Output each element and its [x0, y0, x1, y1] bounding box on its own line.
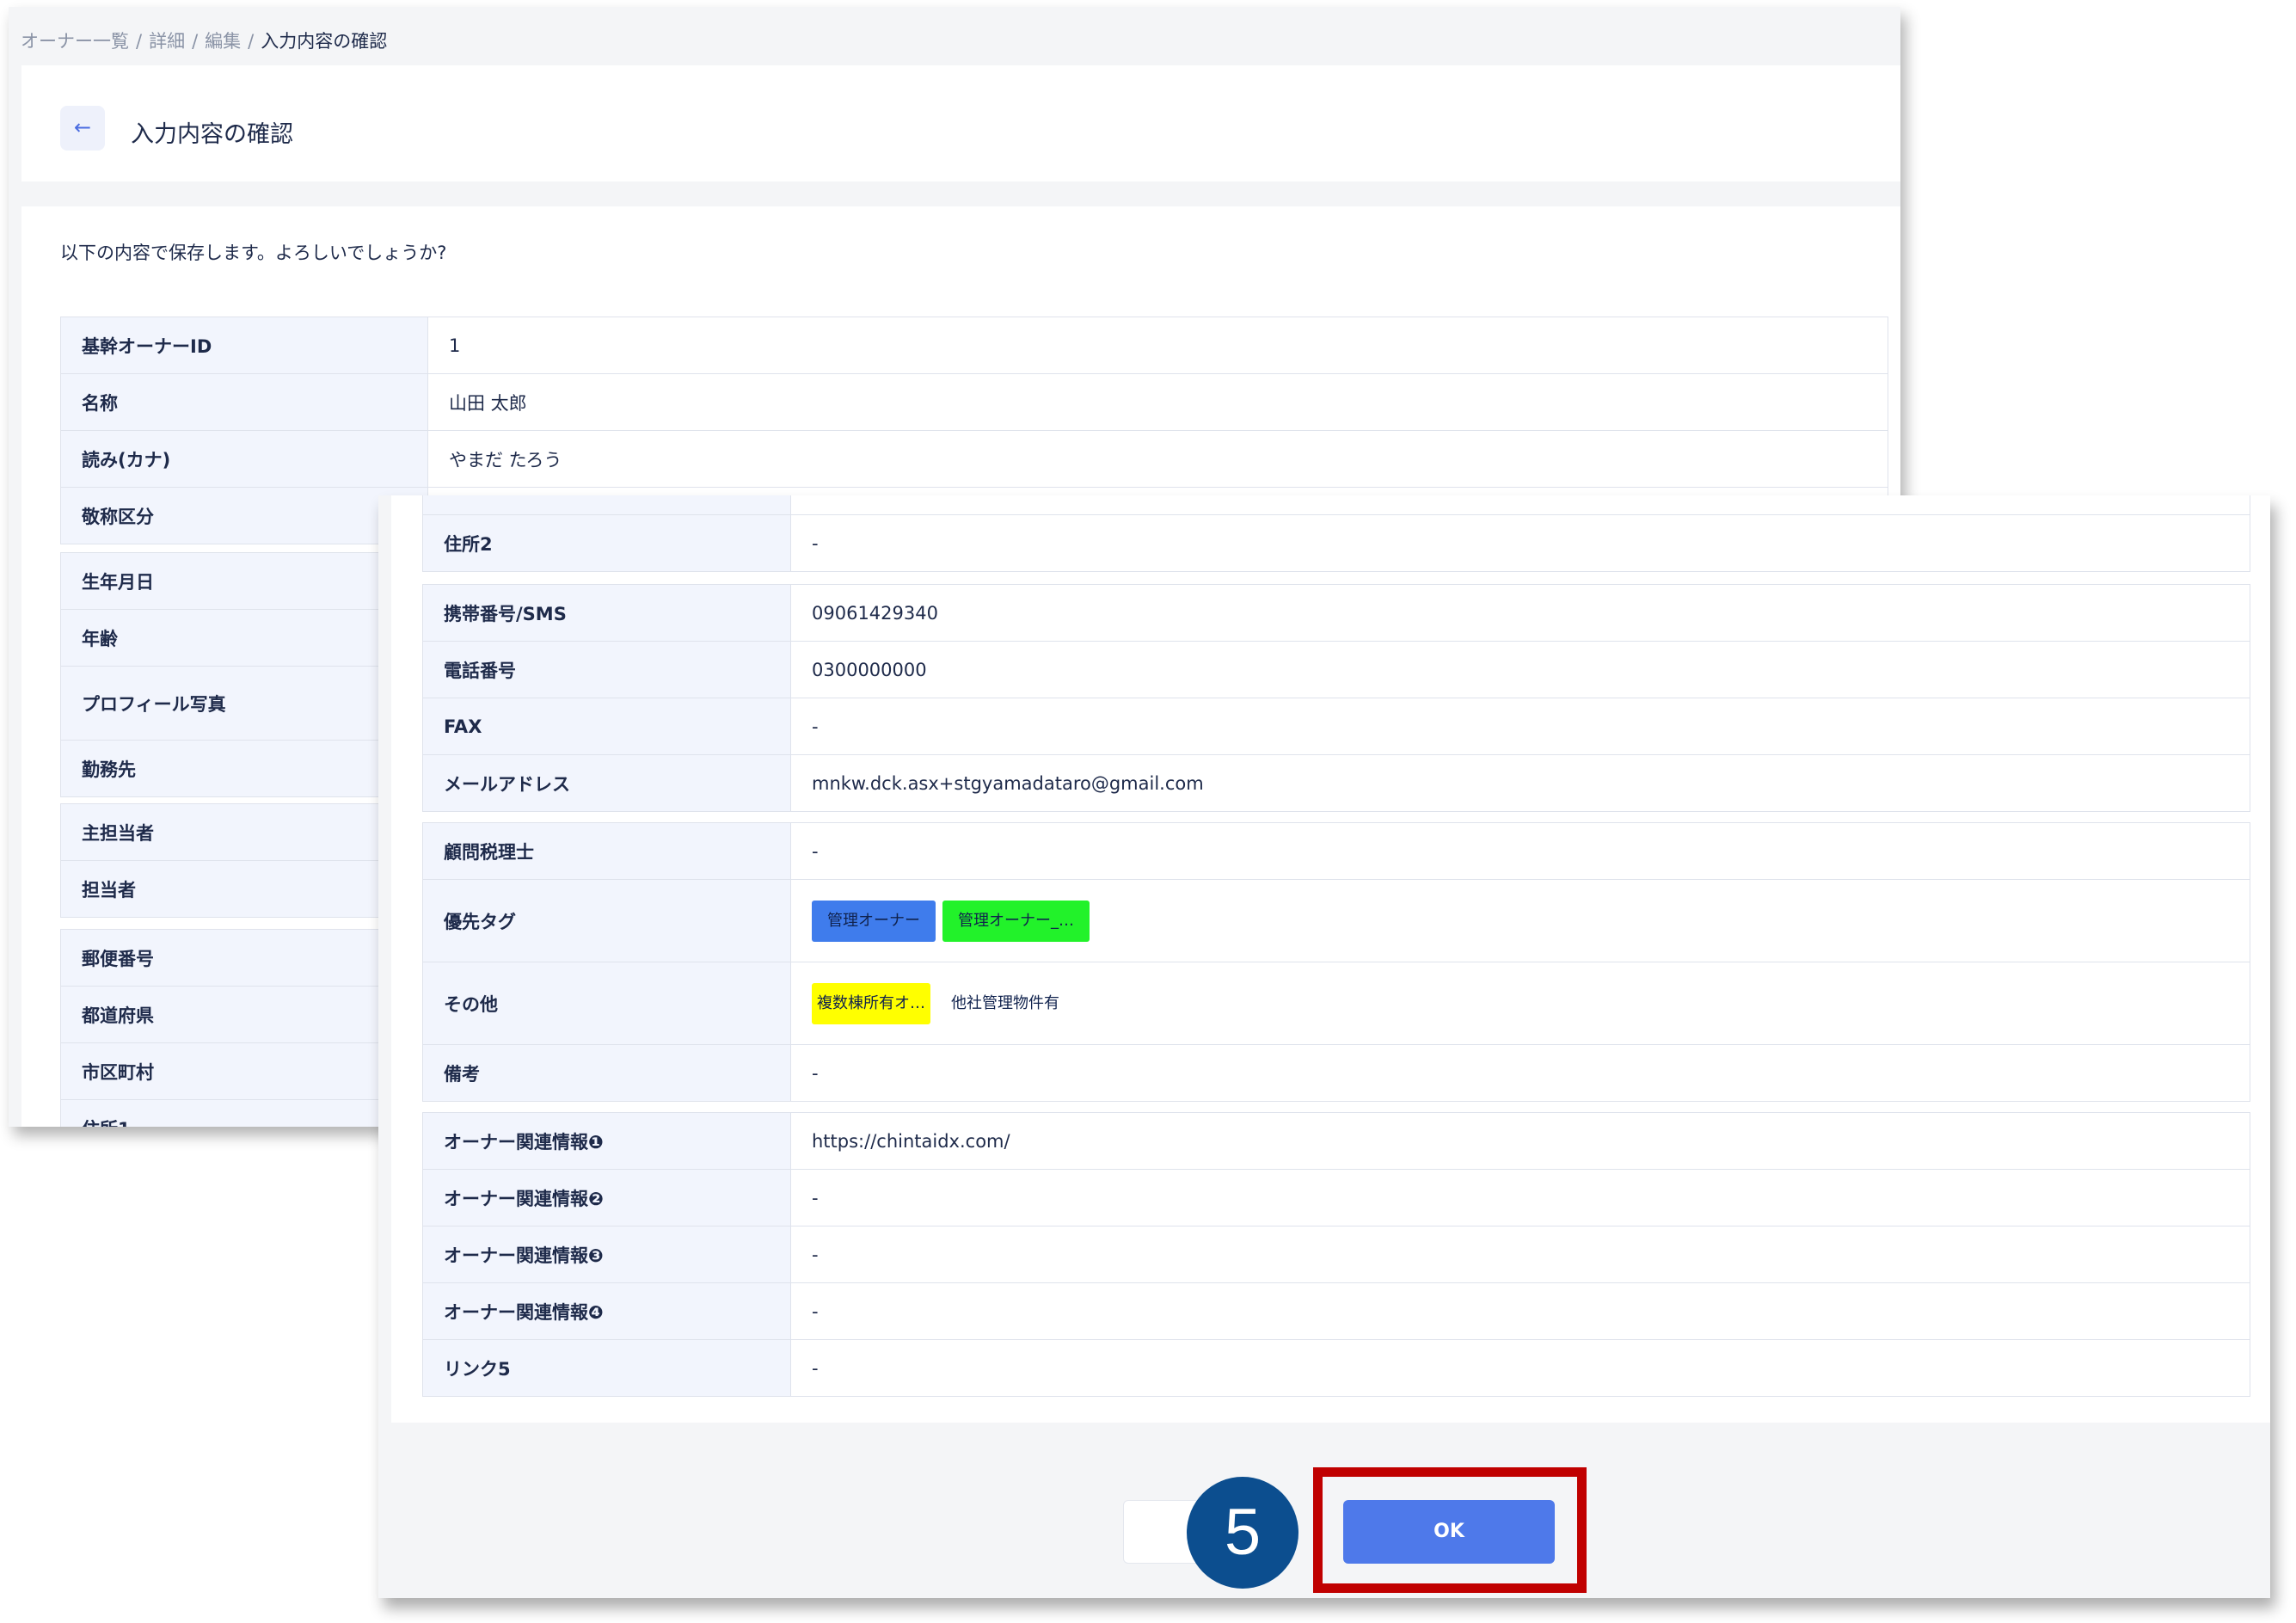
- table-row: 読み(カナ) やまだ たろう: [60, 430, 1888, 488]
- tag-badge: 他社管理物件有: [951, 993, 1059, 1012]
- breadcrumb-current: 入力内容の確認: [261, 31, 388, 52]
- table-row: 携帯番号/SMS 09061429340: [422, 584, 2250, 642]
- breadcrumb-separator: /: [136, 31, 143, 52]
- table-row: オーナー関連情報❸ -: [422, 1226, 2250, 1283]
- field-value: 山田 太郎: [427, 373, 1888, 431]
- table-row: FAX -: [422, 698, 2250, 755]
- field-label: 携帯番号/SMS: [422, 584, 791, 642]
- field-label: オーナー関連情報❸: [422, 1226, 791, 1283]
- field-value: -: [790, 1044, 2250, 1102]
- field-value: 管理オーナー 管理オーナー_…: [790, 879, 2250, 962]
- breadcrumb-item-detail[interactable]: 詳細: [149, 31, 185, 52]
- page-title: 入力内容の確認: [131, 121, 293, 148]
- field-label: 住所2: [422, 514, 791, 572]
- field-label: リンク5: [422, 1339, 791, 1397]
- table-row: リンク5 -: [422, 1339, 2250, 1397]
- table-row: オーナー関連情報❶ https://chintaidx.com/: [422, 1112, 2250, 1170]
- table-row: オーナー関連情報❷ -: [422, 1169, 2250, 1226]
- field-value: 09061429340: [790, 584, 2250, 642]
- field-label: 生年月日: [60, 552, 428, 610]
- field-value: https://chintaidx.com/: [790, 1112, 2250, 1170]
- address-table: 住所2 -: [422, 495, 2250, 572]
- field-label: 勤務先: [60, 740, 428, 797]
- field-label: プロフィール写真: [60, 666, 428, 741]
- tags-table: 顧問税理士 - 優先タグ 管理オーナー 管理オーナー_… その他 複数棟所有オ… 他…: [422, 822, 2250, 1102]
- field-label: 基幹オーナーID: [60, 317, 428, 374]
- highlight-frame: [1313, 1467, 1587, 1593]
- field-label: オーナー関連情報❹: [422, 1282, 791, 1340]
- confirm-page-window-front: 住所2 - 携帯番号/SMS 09061429340 電話番号 03000000…: [378, 495, 2270, 1598]
- table-row: 基幹オーナーID 1: [60, 317, 1888, 374]
- table-row: メールアドレス mnkw.dck.asx+stgyamadataro@gmail…: [422, 754, 2250, 812]
- table-row-partial: [422, 495, 2250, 515]
- field-label: 読み(カナ): [60, 430, 428, 488]
- field-label: オーナー関連情報❷: [422, 1169, 791, 1226]
- field-label: 担当者: [60, 860, 428, 918]
- table-row: その他 複数棟所有オ… 他社管理物件有: [422, 962, 2250, 1045]
- contact-table: 携帯番号/SMS 09061429340 電話番号 0300000000 FAX…: [422, 584, 2250, 812]
- owner-links-table: オーナー関連情報❶ https://chintaidx.com/ オーナー関連情…: [422, 1112, 2250, 1397]
- breadcrumb: オーナー一覧 / 詳細 / 編集 / 入力内容の確認: [21, 28, 387, 53]
- breadcrumb-separator: /: [192, 31, 199, 52]
- field-label: FAX: [422, 698, 791, 755]
- breadcrumb-item-edit[interactable]: 編集: [205, 31, 241, 52]
- field-value: 1: [427, 317, 1888, 374]
- tag-badge: 複数棟所有オ…: [812, 982, 930, 1024]
- field-label: 敬称区分: [60, 487, 428, 544]
- tag-badge: 管理オーナー: [812, 900, 936, 942]
- field-value: 0300000000: [790, 641, 2250, 698]
- table-row: 顧問税理士 -: [422, 822, 2250, 880]
- table-row: 優先タグ 管理オーナー 管理オーナー_…: [422, 879, 2250, 962]
- field-value: -: [790, 1169, 2250, 1226]
- breadcrumb-separator: /: [248, 31, 255, 52]
- field-label: 年齢: [60, 609, 428, 667]
- field-label: その他: [422, 962, 791, 1045]
- field-value: やまだ たろう: [427, 430, 1888, 488]
- table-row: 名称 山田 太郎: [60, 373, 1888, 431]
- step-number-badge: 5: [1187, 1477, 1298, 1589]
- table-row: 電話番号 0300000000: [422, 641, 2250, 698]
- field-value: -: [790, 514, 2250, 572]
- field-label: メールアドレス: [422, 754, 791, 812]
- field-label: 郵便番号: [60, 929, 428, 987]
- field-label: 優先タグ: [422, 879, 791, 962]
- field-label: 名称: [60, 373, 428, 431]
- field-label: 顧問税理士: [422, 822, 791, 880]
- breadcrumb-item-owner-list[interactable]: オーナー一覧: [21, 31, 129, 52]
- tag-badge: 管理オーナー_…: [942, 900, 1090, 942]
- field-label: 市区町村: [60, 1042, 428, 1100]
- field-value: -: [790, 822, 2250, 880]
- field-label: 住所1: [60, 1099, 428, 1127]
- confirm-card-scrolled: 住所2 - 携帯番号/SMS 09061429340 電話番号 03000000…: [391, 495, 2270, 1423]
- table-row: オーナー関連情報❹ -: [422, 1282, 2250, 1340]
- back-button[interactable]: ←: [60, 106, 105, 151]
- table-row: 備考 -: [422, 1044, 2250, 1102]
- table-row: 住所2 -: [422, 514, 2250, 572]
- field-label: 都道府県: [60, 986, 428, 1043]
- arrow-left-icon: ←: [73, 115, 92, 139]
- field-label: 主担当者: [60, 803, 428, 861]
- page-header: ← 入力内容の確認: [21, 65, 1900, 181]
- field-value: -: [790, 1282, 2250, 1340]
- field-value: 複数棟所有オ… 他社管理物件有: [790, 962, 2250, 1045]
- confirm-message: 以下の内容で保存します。よろしいでしょうか?: [60, 243, 447, 263]
- field-value: -: [790, 1339, 2250, 1397]
- field-label: オーナー関連情報❶: [422, 1112, 791, 1170]
- field-label: 備考: [422, 1044, 791, 1102]
- field-value: -: [790, 698, 2250, 755]
- field-label: 電話番号: [422, 641, 791, 698]
- field-value: mnkw.dck.asx+stgyamadataro@gmail.com: [790, 754, 2250, 812]
- field-value: -: [790, 1226, 2250, 1283]
